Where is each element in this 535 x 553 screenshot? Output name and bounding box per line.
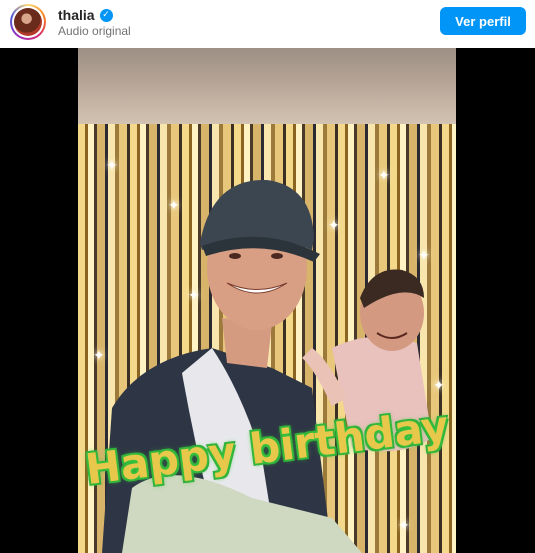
username-link[interactable]: thalia (58, 7, 95, 23)
blurred-background (78, 48, 456, 124)
avatar-image (14, 8, 42, 36)
verified-badge-icon: ✓ (99, 8, 113, 22)
post-header: thalia ✓ Audio original Ver perfil (0, 0, 535, 44)
view-profile-button[interactable]: Ver perfil (440, 7, 526, 35)
people-photo (102, 179, 432, 553)
video-player[interactable]: ✦ ✦ ✦ ✦ ✦ ✦ ✦ ✦ ✦ ✦ (0, 48, 535, 553)
avatar-inner (12, 6, 44, 38)
avatar[interactable] (10, 4, 46, 40)
username-row: thalia ✓ (58, 6, 113, 24)
audio-link[interactable]: Audio original (58, 24, 131, 38)
video-frame: ✦ ✦ ✦ ✦ ✦ ✦ ✦ ✦ ✦ ✦ (78, 48, 456, 553)
